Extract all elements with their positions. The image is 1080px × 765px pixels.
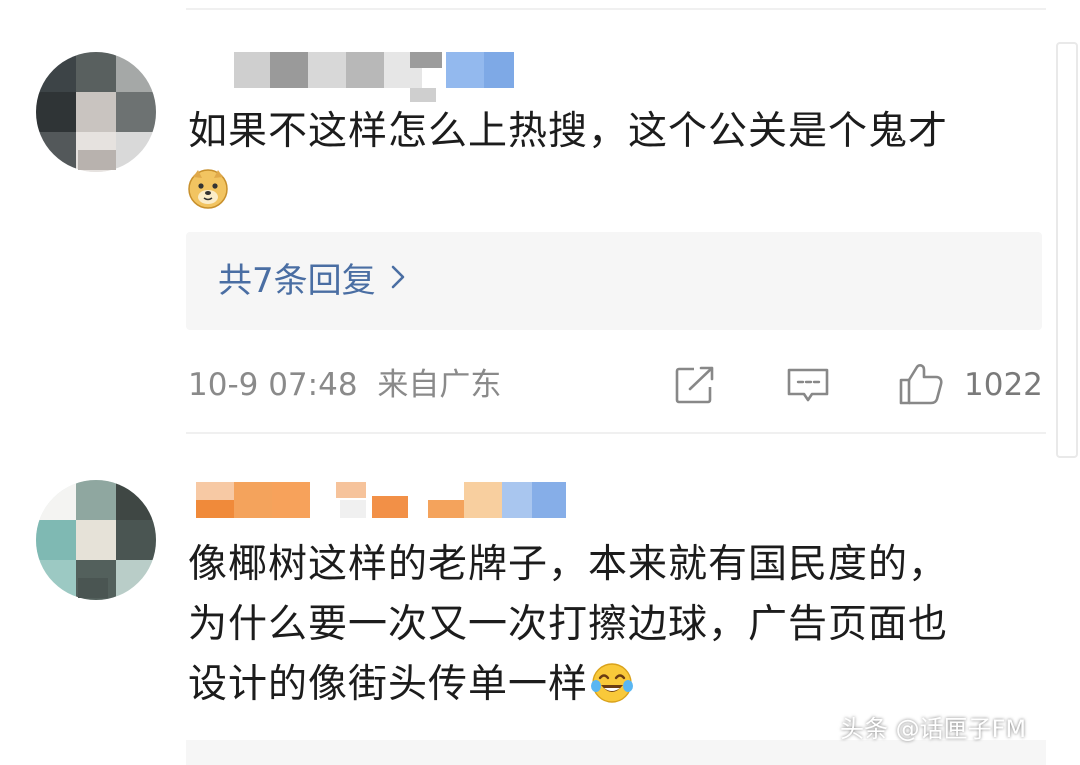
like-count: 1022 [964, 367, 1043, 403]
replies-panel[interactable]: 共7条回复 [186, 232, 1042, 330]
chevron-right-icon [391, 265, 404, 289]
comment-line: 设计的像街头传单一样 [188, 662, 589, 707]
laughing-tears-emoji-icon [591, 663, 634, 703]
comment-line: 像椰树这样的老牌子，本来就有国民度的， [188, 542, 949, 587]
top-divider [186, 8, 1046, 10]
scrollbar[interactable] [1056, 42, 1078, 458]
comment-meta: 10-9 07:48 来自广东 [188, 362, 501, 408]
share-icon[interactable] [674, 365, 716, 405]
avatar-fragment [78, 150, 116, 170]
comment-line: 为什么要一次又一次打擦边球，广告页面也 [188, 602, 949, 647]
watermark: 头条 @话匣子FM [840, 715, 1027, 743]
comment-text: 如果不这样怎么上热搜，这个公关是个鬼才 [188, 102, 948, 162]
avatar-fragment [78, 578, 108, 598]
location: 来自广东 [377, 367, 502, 403]
comment-icon[interactable] [786, 366, 830, 406]
comment-divider [186, 432, 1046, 434]
username-blurred[interactable] [234, 52, 514, 102]
view-replies-link[interactable]: 共7条回复 [218, 256, 406, 306]
comment-text: 像椰树这样的老牌子，本来就有国民度的， 为什么要一次又一次打擦边球，广告页面也 … [188, 535, 948, 715]
thumbs-up-icon[interactable] [898, 362, 944, 406]
doge-emoji-icon [188, 169, 228, 209]
timestamp: 10-9 07:48 [188, 367, 358, 403]
comment-line-with-emoji: 设计的像街头传单一样 [188, 655, 948, 715]
replies-label: 共7条回复 [218, 261, 376, 301]
comment-line: 如果不这样怎么上热搜，这个公关是个鬼才 [188, 109, 949, 154]
username-blurred[interactable] [196, 482, 566, 522]
